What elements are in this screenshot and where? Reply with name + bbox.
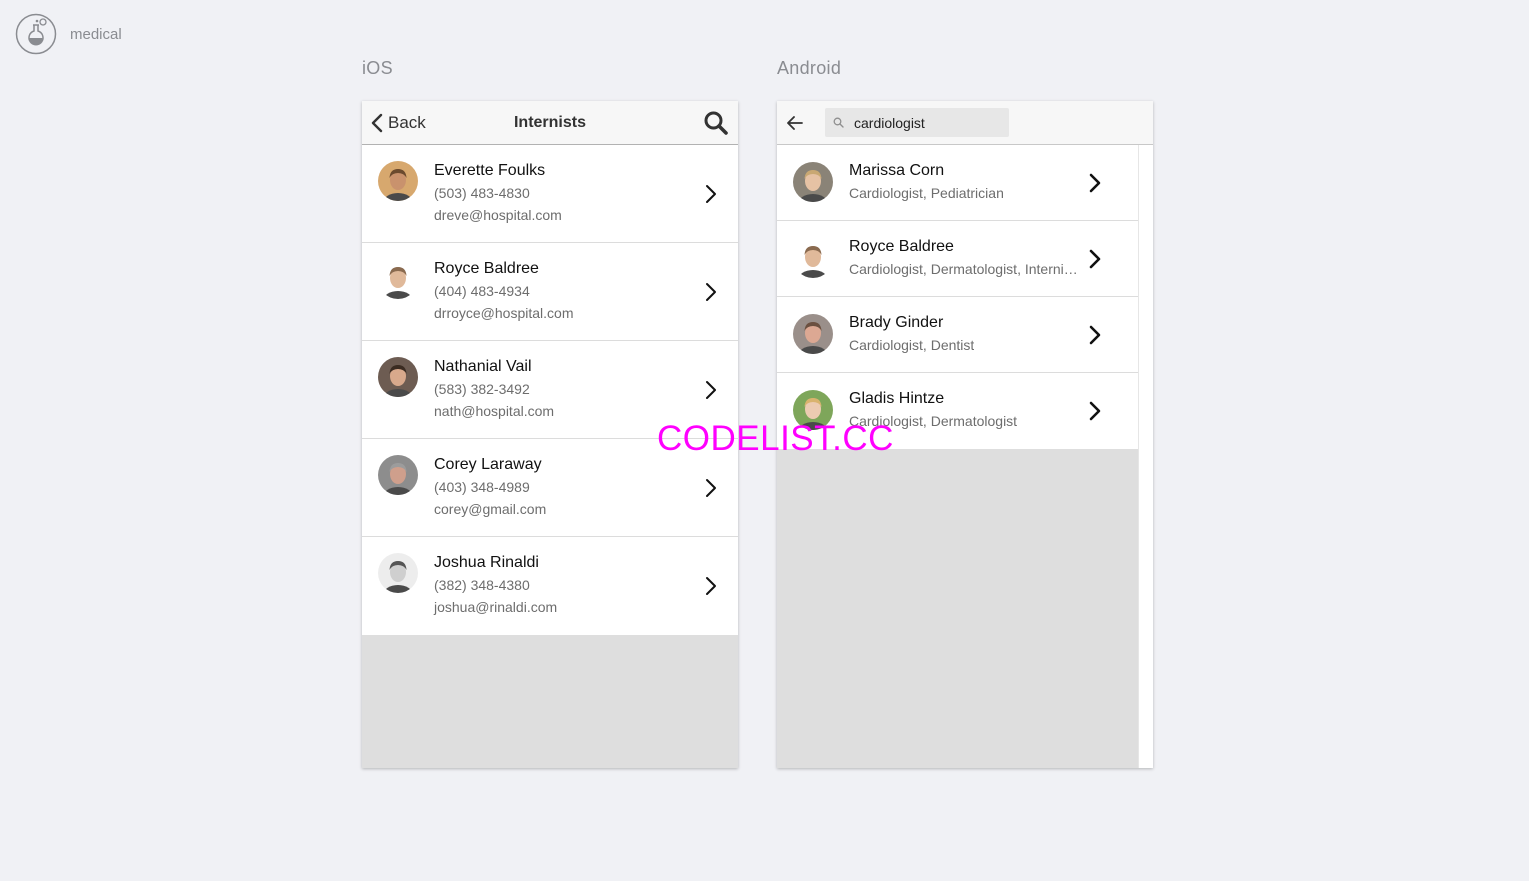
search-input[interactable] (854, 114, 1004, 131)
list-item[interactable]: Gladis Hintze Cardiologist, Dermatologist (777, 373, 1138, 449)
contact-name: Nathanial Vail (434, 358, 532, 375)
contact-name: Everette Foulks (434, 162, 546, 179)
brand-name: medical (70, 26, 122, 43)
doctor-specialties: Cardiologist, Pediatrician (849, 185, 1004, 201)
contact-phone: (403) 348-4989 (434, 479, 530, 495)
avatar (378, 455, 418, 495)
doctor-name: Brady Ginder (849, 314, 944, 331)
chevron-right-icon (704, 477, 718, 499)
doctor-specialties: Cardiologist, Dermatologist (849, 413, 1018, 429)
android-platform-label: Android (777, 58, 842, 78)
list-item[interactable]: Royce Baldree (404) 483-4934 drroyce@hospi… (362, 243, 738, 341)
avatar (793, 390, 833, 430)
contact-phone: (382) 348-4380 (434, 577, 530, 593)
chevron-left-icon (371, 113, 383, 133)
doctor-name: Marissa Corn (849, 162, 945, 179)
chevron-right-icon (1088, 324, 1102, 346)
contact-email: drroyce@hospital.com (434, 305, 574, 321)
chevron-right-icon (704, 183, 718, 205)
back-button-label: Back (388, 113, 426, 132)
chevron-right-icon (704, 379, 718, 401)
doctor-name: Royce Baldree (849, 238, 954, 255)
search-icon (833, 117, 844, 128)
avatar (378, 259, 418, 299)
list-item[interactable]: Brady Ginder Cardiologist, Dentist (777, 297, 1138, 373)
contact-list: Everette Foulks (503) 483-4830 dreve@hospi… (362, 145, 738, 635)
contact-phone: (583) 382-3492 (434, 381, 530, 397)
ios-navigation-bar: Back Internists (362, 101, 738, 145)
search-results-list: Marissa Corn Cardiologist, Pediatrician Ro… (777, 145, 1138, 449)
chevron-right-icon (1088, 172, 1102, 194)
medical-logo-icon (15, 13, 57, 55)
avatar (793, 314, 833, 354)
chevron-right-icon (704, 575, 718, 597)
list-item[interactable]: Royce Baldree Cardiologist, Dermatologist… (777, 221, 1138, 297)
search-field[interactable] (825, 108, 1009, 137)
list-item[interactable]: Marissa Corn Cardiologist, Pediatrician (777, 145, 1138, 221)
chevron-right-icon (704, 281, 718, 303)
avatar (378, 161, 418, 201)
arrow-back-icon[interactable] (783, 111, 807, 135)
avatar (378, 357, 418, 397)
contact-email: joshua@rinaldi.com (434, 599, 558, 615)
contact-name: Corey Laraway (434, 456, 542, 473)
contact-name: Joshua Rinaldi (434, 554, 539, 571)
android-toolbar (777, 101, 1153, 145)
doctor-specialties: Cardiologist, Dentist (849, 337, 975, 353)
contact-phone: (503) 483-4830 (434, 185, 530, 201)
ios-platform-label: iOS (362, 58, 393, 78)
scrollbar[interactable] (1138, 145, 1153, 768)
doctor-name: Gladis Hintze (849, 390, 945, 407)
contact-phone: (404) 483-4934 (434, 283, 530, 299)
list-item[interactable]: Everette Foulks (503) 483-4830 dreve@hospi… (362, 145, 738, 243)
avatar (793, 238, 833, 278)
avatar (378, 553, 418, 593)
chevron-right-icon (1088, 248, 1102, 270)
list-item[interactable]: Joshua Rinaldi (382) 348-4380 joshua@rinal… (362, 537, 738, 635)
ios-screen: Back Internists Everette Foulks (503) 483… (362, 101, 738, 768)
search-icon[interactable] (703, 110, 729, 136)
list-item[interactable]: Corey Laraway (403) 348-4989 corey@gmail.c… (362, 439, 738, 537)
back-button[interactable]: Back (370, 101, 426, 145)
doctor-specialties: Cardiologist, Dermatologist, Interni… (849, 261, 1078, 277)
android-screen: Marissa Corn Cardiologist, Pediatrician Ro… (777, 101, 1153, 768)
chevron-right-icon (1088, 400, 1102, 422)
contact-email: nath@hospital.com (434, 403, 555, 419)
contact-name: Royce Baldree (434, 260, 539, 277)
contact-email: corey@gmail.com (434, 501, 547, 517)
contact-email: dreve@hospital.com (434, 207, 562, 223)
list-item[interactable]: Nathanial Vail (583) 382-3492 nath@hospita… (362, 341, 738, 439)
avatar (793, 162, 833, 202)
